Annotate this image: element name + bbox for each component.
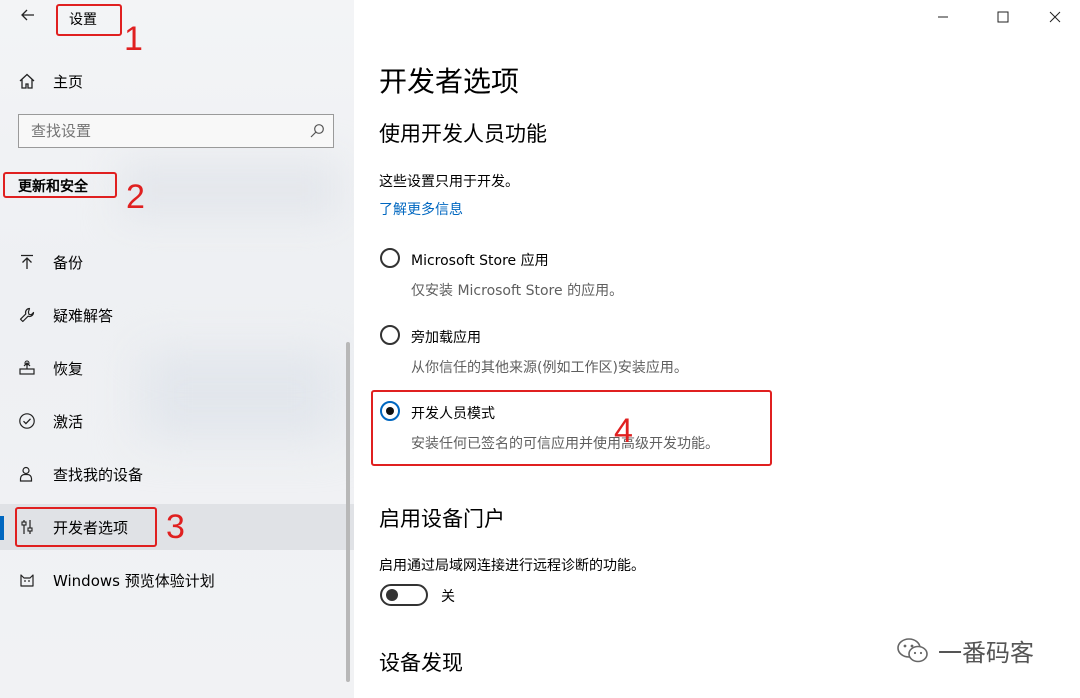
page-title: 开发者选项 xyxy=(379,65,520,98)
section-description: 启用通过局域网连接进行远程诊断的功能。 xyxy=(379,558,645,574)
sidebar-item-backup[interactable]: 备份 xyxy=(0,239,354,285)
section-description: 这些设置只用于开发。 xyxy=(379,174,519,190)
sidebar-item-label: Windows 预览体验计划 xyxy=(53,571,215,590)
recovery-icon xyxy=(16,357,38,379)
sidebar-scrollbar[interactable] xyxy=(346,342,350,682)
back-button[interactable] xyxy=(16,6,40,30)
annotation-number: 4 xyxy=(614,412,633,450)
sidebar-item-label: 恢复 xyxy=(53,359,84,378)
radio-description: 从你信任的其他来源(例如工作区)安装应用。 xyxy=(411,360,688,376)
radio-button[interactable] xyxy=(380,325,400,345)
person-location-icon xyxy=(16,463,38,485)
radio-label: 旁加载应用 xyxy=(411,330,481,346)
annotation-box xyxy=(371,390,772,466)
backup-arrow-icon xyxy=(16,251,38,273)
annotation-number: 1 xyxy=(124,20,143,58)
sidebar-item-label: 疑难解答 xyxy=(53,306,114,325)
section-heading: 使用开发人员功能 xyxy=(379,122,547,146)
close-icon xyxy=(1049,11,1061,23)
sidebar-item-windows-insider[interactable]: Windows 预览体验计划 xyxy=(0,557,354,603)
cat-icon xyxy=(16,569,38,591)
radio-button[interactable] xyxy=(380,248,400,268)
toggle-state-label: 关 xyxy=(441,589,455,605)
watermark: 一番码客 xyxy=(896,633,1034,668)
radio-label: Microsoft Store 应用 xyxy=(411,253,549,269)
annotation-box xyxy=(15,507,157,547)
sidebar-item-home[interactable]: 主页 xyxy=(0,58,354,104)
radio-description: 仅安装 Microsoft Store 的应用。 xyxy=(411,283,624,299)
minimize-icon xyxy=(938,16,948,18)
wechat-icon xyxy=(897,637,928,662)
sidebar-item-label: 主页 xyxy=(53,72,84,91)
sidebar-item-label: 查找我的设备 xyxy=(53,465,144,484)
sidebar-item-find-my-device[interactable]: 查找我的设备 xyxy=(0,451,354,497)
annotation-box xyxy=(56,4,122,36)
sidebar-item-troubleshoot[interactable]: 疑难解答 xyxy=(0,292,354,338)
watermark-text: 一番码客 xyxy=(938,639,1034,667)
annotation-number: 2 xyxy=(126,178,145,216)
close-button[interactable] xyxy=(1040,4,1070,30)
maximize-icon xyxy=(997,11,1009,23)
section-heading: 启用设备门户 xyxy=(379,507,505,531)
background-blur xyxy=(120,160,340,220)
sidebar-item-recovery[interactable]: 恢复 xyxy=(0,345,354,391)
wrench-icon xyxy=(16,304,38,326)
sidebar-item-activation[interactable]: 激活 xyxy=(0,398,354,444)
minimize-button[interactable] xyxy=(928,4,958,30)
home-icon xyxy=(16,70,38,92)
sidebar-item-label: 激活 xyxy=(53,412,84,431)
maximize-button[interactable] xyxy=(988,4,1018,30)
sidebar: 设置 主页 更新和安全 备份 疑难解答 恢复 激活 xyxy=(0,0,354,698)
back-arrow-icon xyxy=(21,9,34,21)
section-heading: 设备发现 xyxy=(379,651,463,675)
annotation-number: 3 xyxy=(166,508,185,546)
sidebar-item-label: 备份 xyxy=(53,253,84,272)
annotation-box xyxy=(3,172,117,198)
search-input[interactable] xyxy=(31,121,291,141)
search-icon[interactable] xyxy=(309,123,325,139)
learn-more-link[interactable]: 了解更多信息 xyxy=(379,199,463,219)
search-box[interactable] xyxy=(18,114,334,148)
check-circle-icon xyxy=(16,410,38,432)
device-portal-toggle[interactable] xyxy=(380,584,428,606)
